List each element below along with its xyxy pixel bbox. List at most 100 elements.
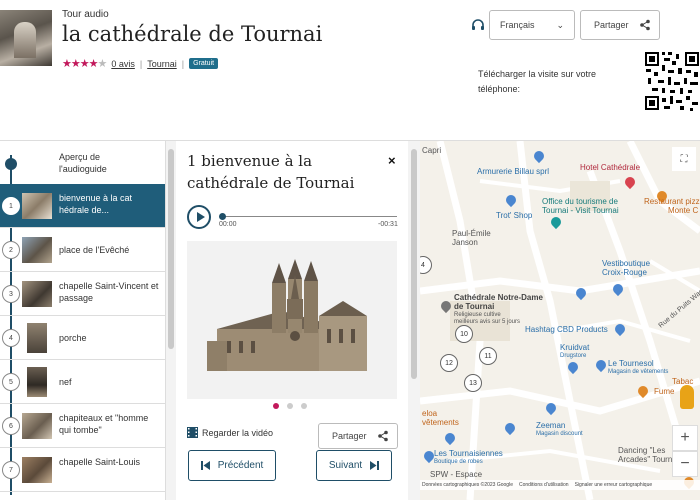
language-select[interactable]: Français ⌄ xyxy=(489,10,575,40)
carousel-dots xyxy=(273,403,307,409)
skip-previous-icon xyxy=(200,461,210,470)
share-label: Partager xyxy=(594,20,629,30)
terms-link[interactable]: Conditions d'utilisation xyxy=(519,482,569,488)
audio-progress-track[interactable] xyxy=(221,216,397,217)
stop-label: chapiteaux et "homme qui tombe" xyxy=(59,413,149,435)
map-label: Office du tourisme de xyxy=(542,197,618,206)
skip-next-icon xyxy=(370,461,380,470)
stop-label: nef xyxy=(59,377,72,387)
audio-progress-knob[interactable] xyxy=(219,213,226,220)
stop-title: 1 bienvenue à la cathédrale de Tournai xyxy=(187,152,355,192)
previous-button[interactable]: Précédent xyxy=(188,450,276,481)
map-label: Tabac xyxy=(672,377,694,386)
stop-number: 2 xyxy=(2,241,20,259)
headphones-icon xyxy=(472,19,484,30)
location-link[interactable]: Tournai xyxy=(147,59,177,69)
map-label: Janson xyxy=(452,238,478,247)
share-label: Partager xyxy=(332,431,367,441)
map-label: Kruidvat xyxy=(560,343,590,352)
stop-thumbnail xyxy=(22,281,52,307)
panel-scrollbar-thumb[interactable] xyxy=(411,149,417,379)
tour-kicker: Tour audio xyxy=(62,9,109,20)
share-icon xyxy=(377,430,388,442)
stop-photo[interactable] xyxy=(187,241,397,399)
map-label: Monte C xyxy=(668,206,699,215)
map-label: Arcades" Tournai xyxy=(618,455,679,464)
stop-label: place de l'Evêché xyxy=(59,245,130,255)
reviews-link[interactable]: 0 avis xyxy=(111,59,135,69)
stop-share-button[interactable]: Partager xyxy=(318,423,398,449)
map-label: Hotel Cathédrale xyxy=(580,163,641,172)
carousel-dot[interactable] xyxy=(301,403,307,409)
list-item[interactable]: 3 chapelle Saint-Vincent et passage xyxy=(0,272,165,316)
stop-thumbnail xyxy=(22,457,52,483)
play-button[interactable] xyxy=(187,205,211,229)
fullscreen-icon[interactable]: ⛶ xyxy=(672,147,696,171)
map-label: Capri xyxy=(422,146,442,155)
next-label: Suivant xyxy=(328,460,363,471)
stop-list: Aperçu de l'audioguide 1 bienvenue à la … xyxy=(0,141,166,500)
intro-link[interactable]: Aperçu de l'audioguide xyxy=(59,151,139,175)
map-label: eloa xyxy=(422,409,438,418)
meta-separator: | xyxy=(181,58,185,69)
close-icon[interactable]: × xyxy=(388,153,396,168)
map-label: Cathédrale Notre-Dame xyxy=(454,293,543,302)
list-item[interactable]: 1 bienvenue à la cat hédrale de... xyxy=(0,184,165,228)
stop-number: 4 xyxy=(2,329,20,347)
map-label: Trot' Shop xyxy=(496,211,533,220)
stop-number: 7 xyxy=(2,461,20,479)
rating-stars: ★★★★★ xyxy=(62,58,107,70)
list-scrollbar-thumb[interactable] xyxy=(168,149,174,349)
carousel-dot[interactable] xyxy=(287,403,293,409)
map-label: vêtements xyxy=(422,418,459,427)
map-label: Hashtag CBD Products xyxy=(525,325,608,334)
map-label: Drugstore xyxy=(560,353,587,359)
list-item[interactable]: 2 place de l'Evêché xyxy=(0,228,165,272)
map-label: Vestiboutique xyxy=(602,259,651,268)
map-data-credit: Données cartographiques ©2023 Google xyxy=(422,482,513,488)
share-button[interactable]: Partager xyxy=(580,10,660,40)
language-label: Français xyxy=(500,20,535,30)
map-stop-marker[interactable]: 10 xyxy=(455,325,473,343)
list-item[interactable]: 4 porche xyxy=(0,316,165,360)
map[interactable]: Capri Armurerie Billau sprl Hotel Cathéd… xyxy=(420,141,700,500)
map-stop-marker[interactable]: 13 xyxy=(464,374,482,392)
tour-thumbnail xyxy=(0,10,52,66)
next-button[interactable]: Suivant xyxy=(316,450,392,481)
page-title: la cathédrale de Tournai xyxy=(62,22,323,46)
map-stop-marker[interactable]: 11 xyxy=(479,347,497,365)
map-label: Restaurant pizz xyxy=(644,197,700,206)
stop-label: bienvenue à la cat hédrale de... xyxy=(59,193,133,215)
qr-code xyxy=(644,50,700,112)
panel-scrollbar[interactable] xyxy=(408,141,420,500)
stop-thumbnail xyxy=(22,237,52,263)
list-scrollbar[interactable] xyxy=(166,141,176,500)
zoom-in-button[interactable]: + xyxy=(672,425,698,451)
stop-number: 6 xyxy=(2,417,20,435)
map-label: Magasin de vêtements xyxy=(608,369,669,375)
carousel-dot[interactable] xyxy=(273,403,279,409)
share-icon xyxy=(639,19,650,31)
watch-video-link[interactable]: Regarder la vidéo xyxy=(187,427,273,438)
intro-dot xyxy=(5,158,17,170)
map-label: Paul-Émile xyxy=(452,229,491,238)
street-view-pegman-icon[interactable] xyxy=(680,385,694,409)
map-stop-marker[interactable]: 12 xyxy=(440,354,458,372)
film-icon xyxy=(187,427,198,438)
zoom-out-button[interactable]: − xyxy=(672,451,698,477)
stop-number: 3 xyxy=(2,285,20,303)
stop-number: 1 xyxy=(2,197,20,215)
list-item[interactable]: 5 nef xyxy=(0,360,165,404)
stop-thumbnail xyxy=(27,323,47,353)
map-attribution: Données cartographiques ©2023 Google Con… xyxy=(420,480,700,490)
tour-meta: ★★★★★ 0 avis | Tournai | Gratuit xyxy=(62,57,219,70)
list-item[interactable]: 6 chapiteaux et "homme qui tombe" xyxy=(0,404,165,448)
map-label: Dancing "Les xyxy=(618,446,666,455)
report-error-link[interactable]: Signaler une erreur cartographique xyxy=(575,482,653,488)
free-badge: Gratuit xyxy=(189,58,219,69)
map-label: SPW - Espace xyxy=(430,470,483,479)
list-item[interactable]: 7 chapelle Saint-Louis xyxy=(0,448,165,492)
map-label: Croix-Rouge xyxy=(602,268,647,277)
download-text: Télécharger la visite sur votre téléphon… xyxy=(478,69,597,94)
time-current: 00:00 xyxy=(219,221,237,228)
